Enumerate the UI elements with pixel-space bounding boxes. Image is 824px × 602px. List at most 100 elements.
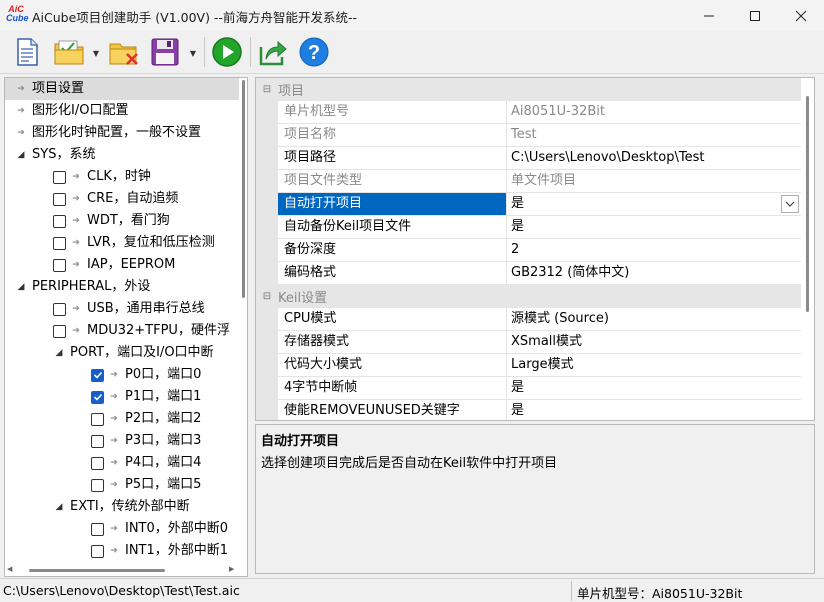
property-name[interactable]: 备份深度 [278, 239, 507, 262]
property-dropdown-button[interactable] [781, 195, 799, 213]
tree-item[interactable]: ➔ WDT，看门狗 [5, 210, 170, 232]
save-dropdown-button[interactable]: ▼ [188, 48, 198, 58]
tree-item[interactable]: ➔ INT0，外部中断0 [5, 518, 228, 540]
tree-item[interactable]: ➔ LVR，复位和低压检测 [5, 232, 215, 254]
tree-checkbox[interactable] [53, 170, 66, 184]
property-name[interactable]: CPU模式 [278, 308, 507, 331]
tree-checkbox[interactable] [91, 478, 104, 492]
property-name[interactable]: 编码格式 [278, 262, 507, 285]
property-name[interactable]: 4字节中断帧 [278, 377, 507, 400]
property-name[interactable]: 使能REMOVEUNUSED关键字 [278, 400, 507, 420]
property-name[interactable]: 存储器模式 [278, 331, 507, 354]
tree-item[interactable]: ➔ P3口，端口3 [5, 430, 201, 452]
tree-checkbox[interactable] [53, 214, 66, 228]
tree-checkbox[interactable] [91, 456, 104, 470]
property-name[interactable]: 项目文件类型 [278, 170, 507, 193]
property-value[interactable]: 是 [507, 193, 801, 216]
property-row[interactable]: 备份深度 2 [256, 239, 801, 262]
property-category[interactable]: ⊟ 项目 [256, 78, 801, 101]
open-project-button[interactable] [52, 35, 86, 69]
property-value[interactable]: 单文件项目 [507, 170, 801, 193]
tree-checkbox[interactable] [91, 412, 104, 426]
tree-checkbox[interactable] [91, 434, 104, 448]
property-row[interactable]: 存储器模式 XSmall模式 [256, 331, 801, 354]
maximize-button[interactable] [732, 0, 778, 31]
scrollbar-thumb[interactable] [806, 96, 809, 312]
property-value[interactable]: Test [507, 124, 801, 147]
open-dropdown-button[interactable]: ▼ [91, 48, 101, 58]
tree-item[interactable]: ➔ 图形化时钟配置，一般不设置 [5, 122, 201, 144]
property-value[interactable]: Large模式 [507, 354, 801, 377]
tree-horizontal-scrollbar[interactable]: ◀ ▶ [5, 565, 239, 576]
tree-item[interactable]: ➔ MDU32+TFPU，硬件浮 [5, 320, 230, 342]
property-name[interactable]: 自动备份Keil项目文件 [278, 216, 507, 239]
tree-item[interactable]: ➔ CRE，自动追频 [5, 188, 178, 210]
property-category[interactable]: ⊟ Keil设置 [256, 285, 801, 308]
property-row[interactable]: 自动备份Keil项目文件是 [256, 216, 801, 239]
tree-item[interactable]: ➔ IAP，EEPROM [5, 254, 175, 276]
help-button[interactable]: ? [297, 35, 331, 69]
property-value[interactable]: 源模式 (Source) [507, 308, 801, 331]
collapse-icon[interactable]: ⊟ [256, 84, 278, 95]
tree-item[interactable]: ➔ INT1，外部中断1 [5, 540, 228, 562]
property-value[interactable]: 是 [507, 400, 801, 420]
property-name[interactable]: 项目路径 [278, 147, 507, 170]
run-button[interactable] [210, 35, 244, 69]
property-row[interactable]: 编码格式 GB2312 (简体中文) [256, 262, 801, 285]
tree-item[interactable]: ◢ SYS，系统 [5, 144, 96, 166]
tree-item[interactable]: ➔ CLK，时钟 [5, 166, 151, 188]
tree-vertical-scrollbar[interactable] [239, 78, 247, 576]
export-button[interactable] [256, 35, 290, 69]
property-row[interactable]: 项目路径 C:\Users\Lenovo\Desktop\Test [256, 147, 801, 170]
property-value[interactable]: C:\Users\Lenovo\Desktop\Test [507, 147, 801, 170]
tree-checkbox[interactable] [53, 324, 66, 338]
scroll-left-icon[interactable]: ◀ [7, 565, 12, 573]
property-row[interactable]: 项目文件类型 单文件项目 [256, 170, 801, 193]
tree-checkbox[interactable] [53, 302, 66, 316]
expand-arrow-icon[interactable]: ◢ [15, 144, 27, 166]
tree-checkbox[interactable] [91, 544, 104, 558]
property-row[interactable]: 自动打开项目是 [256, 193, 801, 216]
property-name[interactable]: 单片机型号 [278, 101, 507, 124]
tree-item[interactable]: ◢ PORT，端口及I/O口中断 [5, 342, 214, 364]
tree-checkbox[interactable] [91, 390, 104, 404]
property-value[interactable]: 2 [507, 239, 801, 262]
new-project-button[interactable] [10, 35, 44, 69]
close-project-button[interactable] [107, 35, 141, 69]
minimize-button[interactable] [686, 0, 732, 31]
tree-checkbox[interactable] [91, 522, 104, 536]
property-value[interactable]: Ai8051U-32Bit [507, 101, 801, 124]
property-row[interactable]: CPU模式 源模式 (Source) [256, 308, 801, 331]
tree-item[interactable]: ➔ P0口，端口0 [5, 364, 201, 386]
scrollbar-thumb[interactable] [242, 80, 245, 298]
tree-checkbox[interactable] [91, 368, 104, 382]
property-value[interactable]: 是 [507, 377, 801, 400]
tree-item[interactable]: ➔ 图形化I/O口配置 [5, 100, 128, 122]
close-window-button[interactable] [778, 0, 824, 31]
tree-item[interactable]: ➔ P2口，端口2 [5, 408, 201, 430]
save-project-button[interactable] [148, 35, 182, 69]
scrollbar-thumb[interactable] [29, 569, 165, 572]
property-value[interactable]: GB2312 (简体中文) [507, 262, 801, 285]
property-vertical-scrollbar[interactable] [801, 78, 814, 420]
tree-item[interactable]: ◢ EXTI，传统外部中断 [5, 496, 190, 518]
property-row[interactable]: 代码大小模式 Large模式 [256, 354, 801, 377]
property-value[interactable]: 是 [507, 216, 801, 239]
expand-arrow-icon[interactable]: ◢ [15, 276, 27, 298]
tree-item[interactable]: ➔ P5口，端口5 [5, 474, 201, 496]
tree-checkbox[interactable] [53, 192, 66, 206]
tree-item[interactable]: ◢ PERIPHERAL，外设 [5, 276, 151, 298]
tree-checkbox[interactable] [53, 258, 66, 272]
property-row[interactable]: 单片机型号 Ai8051U-32Bit [256, 101, 801, 124]
scroll-right-icon[interactable]: ▶ [229, 565, 234, 573]
tree-item[interactable]: ➔ P4口，端口4 [5, 452, 201, 474]
expand-arrow-icon[interactable]: ◢ [53, 496, 65, 518]
tree-item[interactable]: ➔ USB，通用串行总线 [5, 298, 205, 320]
property-name[interactable]: 代码大小模式 [278, 354, 507, 377]
property-name[interactable]: 项目名称 [278, 124, 507, 147]
property-row[interactable]: 使能REMOVEUNUSED关键字是 [256, 400, 801, 420]
property-row[interactable]: 4字节中断帧是 [256, 377, 801, 400]
property-row[interactable]: 项目名称 Test [256, 124, 801, 147]
expand-arrow-icon[interactable]: ◢ [53, 342, 65, 364]
collapse-icon[interactable]: ⊟ [256, 291, 278, 302]
